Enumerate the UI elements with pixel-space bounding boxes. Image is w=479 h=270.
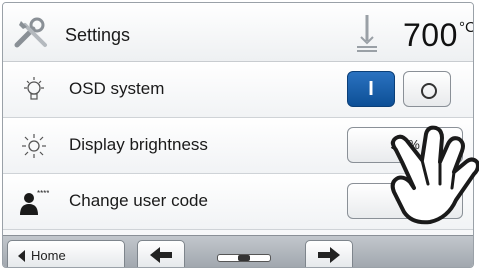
off-circle-icon	[421, 83, 437, 99]
back-button[interactable]	[137, 240, 185, 267]
home-arrow-icon	[18, 250, 25, 262]
header-bar: Settings 700 °C	[3, 3, 473, 62]
tools-icon	[14, 17, 47, 48]
osd-system-label: OSD system	[69, 79, 165, 98]
page-slider-thumb	[238, 255, 250, 261]
sun-icon	[22, 134, 46, 158]
temperature-unit: °C	[459, 19, 473, 36]
home-button[interactable]: Home	[7, 240, 125, 267]
page-title: Settings	[65, 25, 131, 45]
user-code-icon: ****	[20, 189, 49, 215]
forward-button[interactable]	[305, 240, 353, 267]
pointing-hand-icon	[390, 125, 479, 225]
row-osd-system: OSD system I	[3, 62, 473, 118]
change-user-code-label: Change user code	[69, 191, 208, 210]
thermometer-icon	[357, 15, 377, 52]
home-label: Home	[31, 248, 66, 263]
osd-off-button[interactable]	[403, 71, 451, 107]
arrow-right-icon	[318, 247, 340, 263]
svg-text:****: ****	[37, 189, 49, 198]
temperature-value: 700	[403, 17, 458, 53]
osd-on-button[interactable]: I	[347, 71, 395, 107]
arrow-left-icon	[150, 247, 172, 263]
bulb-icon	[24, 77, 44, 100]
footer-bar: Home	[3, 235, 473, 267]
page-slider-icon	[217, 254, 271, 262]
display-brightness-label: Display brightness	[69, 135, 208, 154]
